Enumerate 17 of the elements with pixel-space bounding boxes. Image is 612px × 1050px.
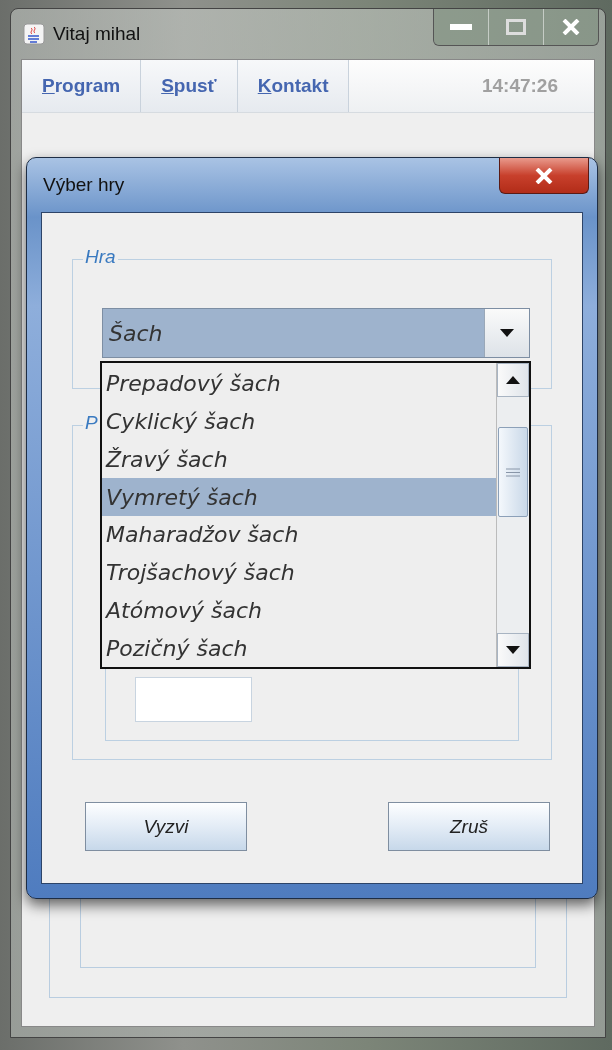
menu-item[interactable]: Spusť [141, 60, 238, 112]
game-dropdown[interactable]: Šach [102, 308, 530, 358]
list-item[interactable]: Maharadžov šach [102, 516, 496, 554]
clock: 14:47:26 [481, 74, 559, 98]
dialog-title: Výber hry [43, 174, 125, 196]
list-item[interactable]: Atómový šach [102, 591, 496, 630]
menu-item[interactable]: Kontakt [237, 60, 350, 112]
list-item[interactable]: Vymretý šach [102, 478, 496, 516]
list-item[interactable]: Pozičný šach [102, 629, 496, 667]
dialog-button[interactable]: Zruš [388, 802, 550, 851]
list-item[interactable]: Cyklický šach [102, 402, 496, 441]
dialog-button[interactable]: Vyzvi [85, 802, 247, 851]
list-item[interactable]: Žravý šach [102, 440, 496, 479]
list-item[interactable]: Trojšachový šach [102, 553, 496, 592]
list-item[interactable]: Prepadový šach [102, 365, 496, 403]
window-title: Vitaj mihal [53, 23, 141, 45]
menu-item[interactable]: Program [22, 60, 142, 112]
